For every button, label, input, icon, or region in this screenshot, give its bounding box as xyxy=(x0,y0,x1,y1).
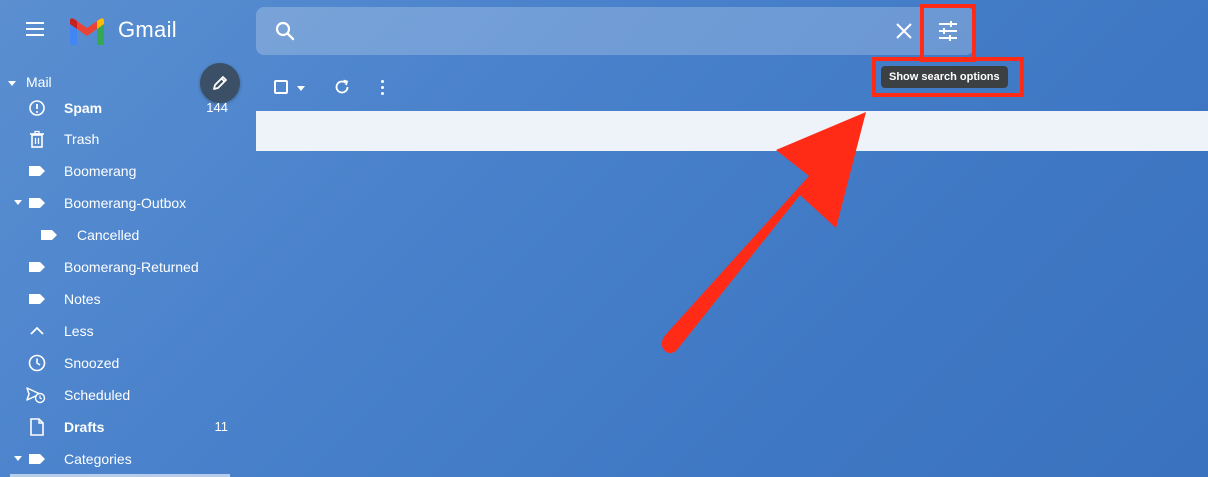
sidebar-item-boomerang-returned[interactable]: Boomerang-Returned xyxy=(0,251,240,283)
select-dropdown-caret-icon[interactable] xyxy=(297,86,305,91)
sidebar-item-label: Trash xyxy=(64,131,100,147)
collapse-caret-icon xyxy=(8,80,16,86)
sidebar-item-label: Categories xyxy=(64,451,132,467)
label-icon xyxy=(28,162,46,180)
sidebar-item-label: Less xyxy=(64,323,94,339)
label-icon xyxy=(28,450,46,468)
gmail-logo-icon[interactable] xyxy=(68,16,106,46)
sidebar-nav: Spam 144 Trash Boomerang Boomerang-Outbo… xyxy=(0,92,250,477)
sidebar-item-label: Notes xyxy=(64,291,101,307)
sidebar-item-label: Spam xyxy=(64,100,103,116)
search-icon[interactable] xyxy=(274,20,296,42)
clock-icon xyxy=(28,354,46,372)
main-menu-button[interactable] xyxy=(22,18,48,44)
draft-icon xyxy=(28,418,46,436)
sidebar-item-scheduled[interactable]: Scheduled xyxy=(0,379,240,411)
chevron-up-icon xyxy=(28,322,46,340)
sidebar-item-spam[interactable]: Spam 144 xyxy=(0,92,240,124)
sidebar-item-label: Scheduled xyxy=(64,387,131,403)
spam-icon xyxy=(28,99,46,117)
sidebar-item-categories[interactable]: Categories xyxy=(0,443,240,475)
more-options-icon[interactable] xyxy=(378,78,386,96)
select-all-checkbox[interactable] xyxy=(274,80,288,94)
sidebar-item-snoozed[interactable]: Snoozed xyxy=(0,347,240,379)
pencil-icon xyxy=(213,76,227,90)
refresh-icon[interactable] xyxy=(333,78,351,96)
search-bar xyxy=(256,7,974,55)
sidebar-item-drafts[interactable]: Drafts 11 xyxy=(0,411,240,443)
scheduled-send-icon xyxy=(26,386,46,404)
search-input[interactable] xyxy=(312,17,916,47)
sidebar-item-less[interactable]: Less xyxy=(0,315,240,347)
draft-count: 11 xyxy=(214,419,229,434)
red-arrow-annotation xyxy=(661,112,866,354)
brand-name: Gmail xyxy=(118,17,177,42)
label-icon xyxy=(28,290,46,308)
search-options-tooltip: Show search options xyxy=(881,66,1008,88)
label-icon xyxy=(28,258,46,276)
label-icon xyxy=(28,194,46,212)
sidebar-item-boomerang-outbox[interactable]: Boomerang-Outbox xyxy=(0,187,240,219)
label-icon xyxy=(40,226,58,244)
sidebar-item-label: Boomerang-Returned xyxy=(64,259,199,275)
mail-section-header[interactable]: Mail xyxy=(8,74,52,90)
highlight-box-search-options xyxy=(920,4,976,62)
trash-icon xyxy=(28,130,46,148)
clear-search-icon[interactable] xyxy=(892,19,916,43)
sidebar-item-notes[interactable]: Notes xyxy=(0,283,240,315)
sidebar-item-boomerang[interactable]: Boomerang xyxy=(0,155,240,187)
expand-arrow-icon[interactable] xyxy=(14,200,22,205)
unread-count: 144 xyxy=(206,100,228,115)
expand-arrow-icon[interactable] xyxy=(14,456,22,461)
sidebar-item-label: Boomerang xyxy=(64,163,137,179)
sidebar-item-cancelled[interactable]: Cancelled xyxy=(0,219,240,251)
mail-section-label: Mail xyxy=(26,74,52,90)
sidebar-item-label: Boomerang-Outbox xyxy=(64,195,187,211)
sidebar-item-trash[interactable]: Trash xyxy=(0,123,240,155)
sidebar-item-label: Drafts xyxy=(64,419,105,435)
sidebar-item-label: Snoozed xyxy=(64,355,120,371)
sidebar-item-label: Cancelled xyxy=(77,227,140,243)
